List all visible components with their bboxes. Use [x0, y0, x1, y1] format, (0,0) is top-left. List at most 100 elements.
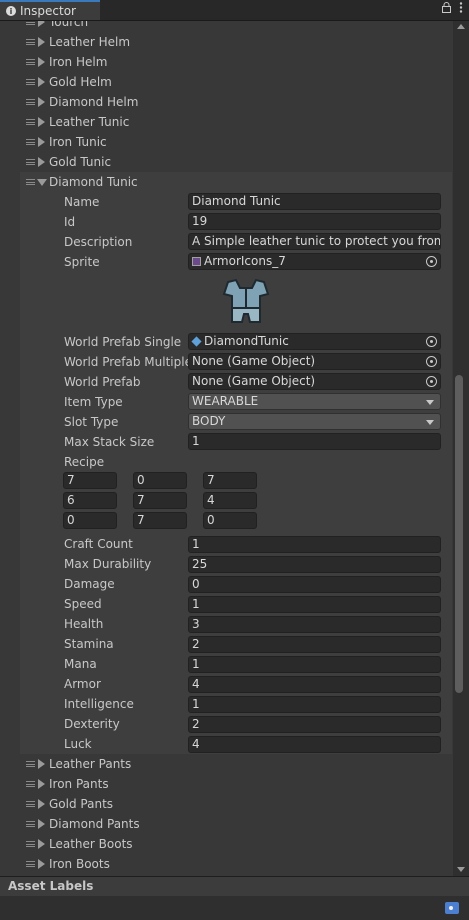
list-item[interactable]: Iron Boots: [0, 854, 452, 874]
expand-arrow-icon[interactable]: [38, 77, 45, 87]
description-label: Description: [64, 235, 133, 249]
list-item-label: Iron Tunic: [49, 135, 107, 149]
recipe-cell[interactable]: 7: [63, 472, 117, 489]
expand-arrow-icon[interactable]: [38, 37, 45, 47]
recipe-cell[interactable]: 7: [133, 512, 187, 529]
drag-handle-icon[interactable]: [26, 59, 35, 65]
recipe-cell[interactable]: 0: [63, 512, 117, 529]
drag-handle-icon[interactable]: [26, 119, 35, 125]
list-item-expanded[interactable]: Diamond Tunic: [0, 172, 452, 192]
id-field[interactable]: 19: [188, 213, 441, 230]
sprite-field[interactable]: ArmorIcons_7: [188, 253, 441, 270]
list-item[interactable]: Iron Tunic: [0, 132, 452, 152]
collapse-arrow-icon[interactable]: [37, 179, 47, 186]
tab-inspector[interactable]: i Inspector: [0, 0, 100, 20]
luck-label: Luck: [64, 737, 92, 751]
list-item[interactable]: Diamond Pants: [0, 814, 452, 834]
drag-handle-icon[interactable]: [26, 99, 35, 105]
recipe-cell[interactable]: 4: [203, 492, 257, 509]
list-item[interactable]: Iron Pants: [0, 774, 452, 794]
world-prefab-multiple-field[interactable]: None (Game Object): [188, 353, 441, 370]
drag-handle-icon[interactable]: [26, 159, 35, 165]
object-picker-icon[interactable]: [426, 256, 437, 267]
drag-handle-icon[interactable]: [26, 139, 35, 145]
drag-handle-icon[interactable]: [26, 801, 35, 807]
tag-icon[interactable]: [445, 902, 459, 914]
recipe-cell[interactable]: 0: [203, 512, 257, 529]
mana-field[interactable]: 1: [188, 656, 441, 673]
expand-arrow-icon[interactable]: [38, 759, 45, 769]
drag-handle-icon[interactable]: [26, 179, 35, 185]
max-durability-field[interactable]: 25: [188, 556, 441, 573]
list-item-label: Leather Pants: [49, 757, 132, 771]
drag-handle-icon[interactable]: [26, 761, 35, 767]
stamina-field[interactable]: 2: [188, 636, 441, 653]
list-item[interactable]: Leather Helm: [0, 32, 452, 52]
list-item-label: Diamond Tunic: [49, 175, 138, 189]
world-prefab-label: World Prefab: [64, 375, 141, 389]
expand-arrow-icon[interactable]: [38, 21, 45, 27]
expand-arrow-icon[interactable]: [38, 779, 45, 789]
item-type-dropdown[interactable]: WEARABLE: [188, 393, 441, 410]
more-menu-icon[interactable]: [459, 2, 463, 16]
list-item[interactable]: Iron Helm: [0, 52, 452, 72]
list-item-label: Gold Pants: [49, 797, 114, 811]
speed-label: Speed: [64, 597, 102, 611]
slot-type-value: BODY: [192, 414, 226, 428]
list-item[interactable]: Tourch: [0, 21, 452, 32]
drag-handle-icon[interactable]: [26, 21, 35, 25]
armor-field[interactable]: 4: [188, 676, 441, 693]
object-picker-icon[interactable]: [426, 356, 437, 367]
recipe-cell[interactable]: 7: [133, 492, 187, 509]
list-item[interactable]: Leather Pants: [0, 754, 452, 774]
craft-count-field[interactable]: 1: [188, 536, 441, 553]
expand-arrow-icon[interactable]: [38, 117, 45, 127]
expand-arrow-icon[interactable]: [38, 57, 45, 67]
drag-handle-icon[interactable]: [26, 39, 35, 45]
object-picker-icon[interactable]: [426, 376, 437, 387]
max-stack-size-field[interactable]: 1: [188, 433, 441, 450]
recipe-cell[interactable]: 6: [63, 492, 117, 509]
list-item[interactable]: Gold Helm: [0, 72, 452, 92]
drag-handle-icon[interactable]: [26, 841, 35, 847]
name-field[interactable]: Diamond Tunic: [188, 193, 441, 210]
expand-arrow-icon[interactable]: [38, 859, 45, 869]
scroll-down-arrow-icon[interactable]: [457, 867, 465, 872]
drag-handle-icon[interactable]: [26, 781, 35, 787]
scroll-up-arrow-icon[interactable]: [457, 24, 465, 29]
max-durability-label: Max Durability: [64, 557, 152, 571]
health-field[interactable]: 3: [188, 616, 441, 633]
damage-field[interactable]: 0: [188, 576, 441, 593]
lock-icon[interactable]: [442, 2, 451, 16]
expand-arrow-icon[interactable]: [38, 157, 45, 167]
description-field[interactable]: A Simple leather tunic to protect you fr…: [188, 233, 441, 250]
drag-handle-icon[interactable]: [26, 861, 35, 867]
asset-labels-title: Asset Labels: [8, 879, 94, 893]
intelligence-field[interactable]: 1: [188, 696, 441, 713]
luck-field[interactable]: 4: [188, 736, 441, 753]
list-item[interactable]: Diamond Helm: [0, 92, 452, 112]
expand-arrow-icon[interactable]: [38, 839, 45, 849]
armor-icon: [222, 278, 270, 323]
list-item[interactable]: Gold Pants: [0, 794, 452, 814]
drag-handle-icon[interactable]: [26, 821, 35, 827]
world-prefab-single-field[interactable]: DiamondTunic: [188, 333, 441, 350]
dropdown-arrow-icon: [426, 420, 434, 425]
recipe-cell[interactable]: 0: [133, 472, 187, 489]
asset-labels-header[interactable]: Asset Labels: [0, 876, 469, 896]
dexterity-field[interactable]: 2: [188, 716, 441, 733]
list-item[interactable]: Gold Tunic: [0, 152, 452, 172]
world-prefab-field[interactable]: None (Game Object): [188, 373, 441, 390]
drag-handle-icon[interactable]: [26, 79, 35, 85]
object-picker-icon[interactable]: [426, 336, 437, 347]
list-item[interactable]: Leather Boots: [0, 834, 452, 854]
expand-arrow-icon[interactable]: [38, 819, 45, 829]
speed-field[interactable]: 1: [188, 596, 441, 613]
slot-type-dropdown[interactable]: BODY: [188, 413, 441, 430]
scrollbar-thumb[interactable]: [455, 375, 463, 693]
expand-arrow-icon[interactable]: [38, 799, 45, 809]
list-item[interactable]: Leather Tunic: [0, 112, 452, 132]
expand-arrow-icon[interactable]: [38, 137, 45, 147]
recipe-cell[interactable]: 7: [203, 472, 257, 489]
expand-arrow-icon[interactable]: [38, 97, 45, 107]
